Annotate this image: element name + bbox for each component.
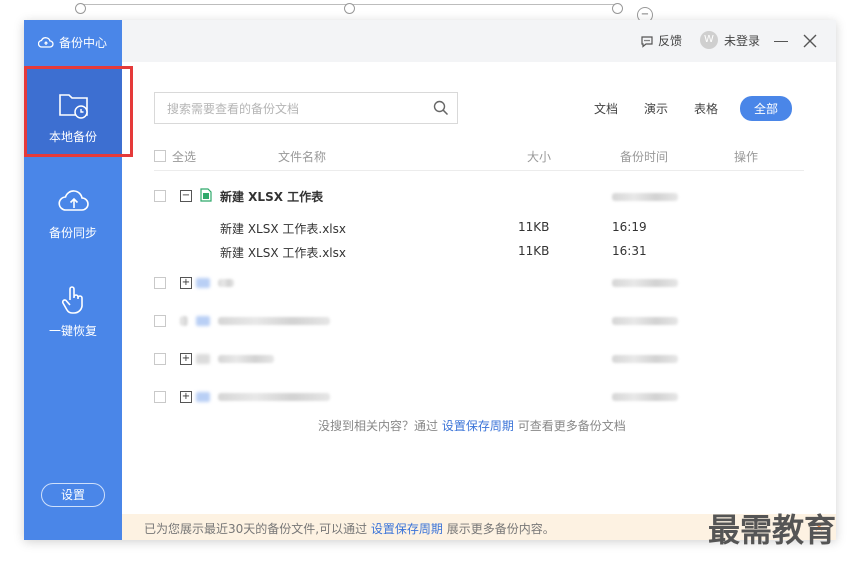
expand-icon[interactable]: +	[180, 391, 192, 403]
avatar: W	[700, 31, 718, 49]
blurred-time	[612, 355, 678, 363]
header-size: 大小	[527, 150, 552, 164]
select-all-checkbox[interactable]	[154, 149, 166, 162]
table-row[interactable]: +	[154, 385, 804, 409]
watermark: 最需教育	[708, 511, 837, 549]
select-all[interactable]	[154, 148, 166, 162]
file-size: 11KB	[518, 244, 550, 258]
hand-pointer-icon	[61, 286, 83, 314]
minimize-icon[interactable]	[774, 41, 788, 42]
search-input[interactable]	[165, 99, 419, 119]
backup-time: 16:31	[612, 244, 647, 258]
expand-icon[interactable]: +	[180, 277, 192, 289]
blurred-file-icon	[196, 354, 210, 364]
sidebar-item-backup-sync[interactable]: 备份同步	[24, 162, 122, 252]
blurred-file-icon	[196, 278, 210, 288]
footer-prefix: 已为您展示最近30天的备份文件,可以通过	[144, 522, 368, 536]
set-retention-link[interactable]: 设置保存周期	[442, 419, 514, 433]
selection-handle	[75, 3, 86, 14]
header-name: 文件名称	[278, 150, 327, 164]
feedback-button[interactable]: 反馈	[640, 32, 682, 49]
highlight-box	[24, 66, 133, 157]
backup-time: 16:19	[612, 220, 647, 234]
row-checkbox[interactable]	[154, 315, 166, 327]
blurred-time	[612, 279, 678, 287]
cloud-upload-icon	[58, 190, 89, 211]
blurred-time	[612, 393, 678, 401]
filter-docs[interactable]: 文档	[594, 100, 618, 117]
table-header: 全选 文件名称 大小 备份时间 操作	[154, 148, 804, 171]
footer-suffix: 展示更多备份内容。	[446, 522, 555, 536]
login-label: 未登录	[724, 33, 761, 48]
file-size: 11KB	[518, 220, 550, 234]
search-icon[interactable]	[433, 100, 449, 116]
table-row[interactable]	[154, 309, 804, 333]
file-name: 新建 XLSX 工作表.xlsx	[220, 222, 346, 236]
filter-all[interactable]: 全部	[740, 95, 793, 121]
filter-slides[interactable]: 演示	[644, 100, 668, 117]
selection-frame	[75, 3, 623, 14]
search-box	[154, 92, 458, 124]
blurred-file-icon	[196, 392, 210, 402]
feedback-icon	[641, 35, 653, 48]
table-row[interactable]: 新建 XLSX 工作表.xlsx 11KB 16:31	[154, 240, 804, 264]
blurred-file-icon	[196, 316, 210, 326]
group-name: 新建 XLSX 工作表	[220, 190, 324, 204]
xlsx-file-icon	[200, 188, 212, 202]
blurred-name	[218, 355, 274, 363]
footer-retention-link[interactable]: 设置保存周期	[371, 522, 443, 536]
backup-cloud-icon	[38, 37, 54, 48]
filter-sheets[interactable]: 表格	[694, 100, 718, 117]
row-checkbox[interactable]	[154, 277, 166, 289]
settings-button[interactable]: 设置	[41, 483, 105, 507]
table-row[interactable]: 新建 XLSX 工作表.xlsx 11KB 16:19	[154, 216, 804, 240]
row-checkbox[interactable]	[154, 391, 166, 403]
hint-suffix: 可查看更多备份文档	[517, 419, 626, 433]
sidebar-item-label: 备份同步	[48, 226, 97, 240]
blurred-expander	[180, 316, 188, 326]
row-checkbox[interactable]	[154, 353, 166, 365]
backup-center-window: 备份中心 本地备份 备份同步 一键恢复 设置 反馈 W 未登录 搜索需要查看的备…	[24, 20, 836, 540]
sidebar-item-one-click-restore[interactable]: 一键恢复	[24, 260, 122, 350]
blurred-time	[612, 317, 678, 325]
table-row[interactable]: +	[154, 347, 804, 371]
app-brand: 备份中心	[38, 32, 107, 52]
hint-prefix: 没搜到相关内容？通过	[318, 419, 439, 433]
header-time: 备份时间	[620, 150, 669, 164]
file-name: 新建 XLSX 工作表.xlsx	[220, 246, 346, 260]
table-row[interactable]: − 新建 XLSX 工作表	[154, 184, 804, 208]
selection-handle	[344, 3, 355, 14]
header-action: 操作	[734, 150, 759, 164]
filter-tabs: 文档 演示 表格 全部	[594, 95, 793, 121]
feedback-label: 反馈	[658, 34, 683, 48]
blurred-name	[218, 393, 330, 401]
login-button[interactable]: W 未登录	[700, 31, 760, 49]
blurred-time	[612, 193, 678, 201]
header-select-all: 全选	[172, 150, 197, 164]
app-title: 备份中心	[59, 35, 108, 50]
expand-icon[interactable]: +	[180, 353, 192, 365]
collapse-icon[interactable]: −	[180, 190, 192, 202]
blurred-name	[218, 279, 234, 287]
row-checkbox[interactable]	[154, 190, 166, 202]
blurred-name	[218, 317, 330, 325]
close-icon[interactable]	[802, 33, 818, 49]
table-row[interactable]: +	[154, 271, 804, 295]
search-hint: 没搜到相关内容？通过 设置保存周期 可查看更多备份文档	[318, 417, 626, 434]
top-bar: 反馈 W 未登录	[122, 20, 836, 62]
sidebar-item-label: 一键恢复	[48, 324, 97, 338]
selection-handle	[612, 3, 623, 14]
